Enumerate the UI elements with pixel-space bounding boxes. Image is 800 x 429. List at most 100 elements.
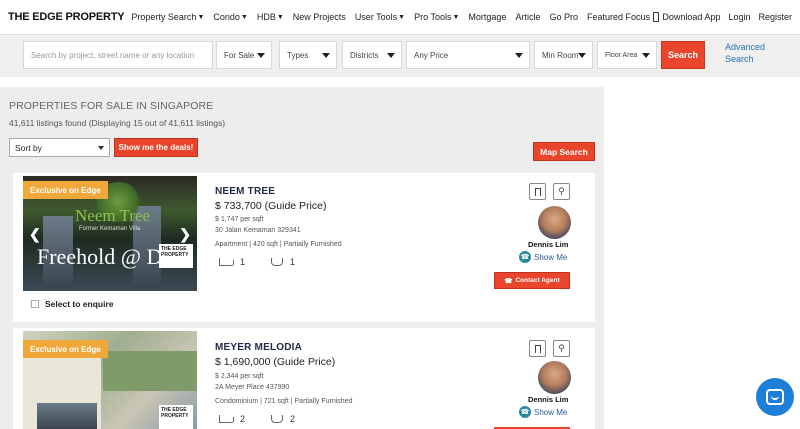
contact-agent-button[interactable]: ☎ Contact Agent [494, 272, 570, 289]
nav-pro-tools[interactable]: Pro Tools ▼ [414, 12, 459, 22]
chevron-down-icon: ▼ [240, 13, 248, 21]
listing-details: Condominium | 721 sqft | Partially Furni… [215, 398, 353, 405]
listing-address: 2A Meyer Place 437990 [215, 384, 290, 391]
chevron-down-icon [515, 53, 523, 58]
bed-count: 2 [240, 414, 246, 424]
photo-building [37, 403, 97, 429]
photo-greenery [103, 351, 197, 391]
nav-label: Pro Tools [414, 12, 452, 22]
bookmark-icon [534, 187, 541, 196]
advanced-search-link[interactable]: Advanced Search [725, 41, 765, 65]
sort-label: Sort by [15, 142, 42, 153]
min-room-select[interactable]: Min Room [534, 41, 593, 69]
listing-amenities: 1 1 [219, 257, 295, 267]
nav-property-search[interactable]: Property Search ▼ [131, 12, 204, 22]
chat-launcher[interactable] [756, 378, 794, 416]
nav-label: Article [515, 12, 541, 22]
agent-name[interactable]: Dennis Lim [528, 240, 568, 249]
download-app-label: Download App [662, 12, 721, 22]
listing-count: 41,611 listings found (Displaying 15 out… [9, 118, 226, 128]
chevron-right-icon[interactable]: ❯ [179, 226, 191, 243]
listing-card[interactable]: cation THE EDGE PROPERTY Exclusive on Ed… [13, 328, 595, 429]
select-value: Floor Area [605, 51, 638, 59]
register-link[interactable]: Register [758, 12, 792, 22]
show-deals-button[interactable]: Show me the deals! [114, 138, 198, 157]
bed-icon [219, 258, 234, 266]
tag-icon: ⚲ [558, 186, 565, 196]
nav-links: Property Search ▼ Condo ▼ HDB ▼ New Project… [131, 12, 659, 22]
show-me-link[interactable]: ☎ Show Me [519, 251, 567, 263]
bookmark-button[interactable] [529, 183, 546, 200]
select-value: Min Room [542, 50, 579, 60]
nav-new-projects[interactable]: New Projects [293, 12, 346, 22]
map-search-button[interactable]: Map Search [533, 142, 595, 161]
select-value: Any Price [414, 50, 449, 60]
login-link[interactable]: Login [728, 12, 750, 22]
nav-label: Mortgage [468, 12, 507, 22]
listing-title[interactable]: NEEM TREE [215, 186, 275, 197]
listing-photo[interactable]: Neem Tree Former Kemaman Villa Freehold … [23, 176, 197, 291]
nav-hdb[interactable]: HDB ▼ [257, 12, 284, 22]
floor-area-select[interactable]: Floor Area [597, 41, 657, 69]
nav-mortgage[interactable]: Mortgage [468, 12, 506, 22]
nav-featured-focus[interactable]: Featured Focus [587, 12, 650, 22]
show-me-label: Show Me [534, 252, 568, 262]
agent-name[interactable]: Dennis Lim [528, 395, 568, 404]
listing-address: 30 Jalan Kemaman 329341 [215, 227, 301, 234]
search-button[interactable]: Search [661, 41, 705, 69]
chevron-down-icon [257, 53, 265, 58]
phone-icon [653, 12, 660, 22]
enquire-checkbox[interactable] [31, 300, 39, 308]
contact-label: Contact Agent [515, 277, 560, 284]
listing-amenities: 2 2 [219, 414, 295, 424]
select-value: Districts [350, 50, 379, 60]
download-app-link[interactable]: Download App [653, 12, 720, 22]
listing-price: $ 733,700 (Guide Price) [215, 200, 327, 212]
listing-title[interactable]: MEYER MELODIA [215, 342, 302, 353]
bath-count: 1 [290, 257, 296, 267]
top-nav: THE EDGE PROPERTY Property Search ▼ Condo… [0, 0, 800, 34]
avatar[interactable] [538, 206, 571, 239]
listing-details: Apartment | 420 sqft | Partially Furnish… [215, 241, 342, 248]
nav-condo[interactable]: Condo ▼ [213, 12, 247, 22]
bath-icon [271, 415, 284, 423]
site-logo[interactable]: THE EDGE PROPERTY [8, 11, 125, 23]
nav-article[interactable]: Article [515, 12, 540, 22]
photo-logo: THE EDGE PROPERTY [159, 405, 193, 429]
listing-psf: $ 1,747 per sqft [215, 216, 264, 223]
chat-icon [766, 389, 784, 405]
show-me-link[interactable]: ☎ Show Me [519, 406, 567, 418]
page-title: PROPERTIES FOR SALE IN SINGAPORE [9, 100, 214, 112]
select-enquire[interactable]: Select to enquire [31, 299, 114, 309]
nav-label: Go Pro [549, 12, 578, 22]
listing-photo[interactable]: cation THE EDGE PROPERTY Exclusive on Ed… [23, 331, 197, 429]
avatar[interactable] [538, 361, 571, 394]
price-select[interactable]: Any Price [406, 41, 530, 69]
sort-select[interactable]: Sort by [9, 138, 110, 157]
chevron-down-icon [387, 53, 395, 58]
districts-select[interactable]: Districts [342, 41, 402, 69]
advanced-line: Search [725, 54, 754, 64]
bed-icon [219, 415, 234, 423]
search-input[interactable]: Search by project, street name or any lo… [23, 41, 213, 69]
nav-label: User Tools [354, 12, 398, 22]
chevron-down-icon [322, 53, 330, 58]
photo-brand: Neem Tree [75, 206, 151, 225]
listing-psf: $ 2,344 per sqft [215, 373, 264, 380]
bookmark-button[interactable] [529, 340, 546, 357]
nav-go-pro[interactable]: Go Pro [549, 12, 578, 22]
chevron-left-icon[interactable]: ❮ [29, 226, 41, 243]
bath-icon [271, 258, 284, 266]
photo-logo: THE EDGE PROPERTY [159, 244, 193, 268]
tag-button[interactable]: ⚲ [553, 340, 570, 357]
listing-card[interactable]: Neem Tree Former Kemaman Villa Freehold … [13, 173, 595, 322]
chevron-down-icon [642, 53, 650, 58]
whatsapp-icon: ☎ [519, 251, 531, 263]
chevron-down-icon [578, 53, 586, 58]
types-select[interactable]: Types [279, 41, 337, 69]
listing-type-select[interactable]: For Sale [216, 41, 272, 69]
listing-price: $ 1,690,000 (Guide Price) [215, 356, 336, 368]
tag-button[interactable]: ⚲ [553, 183, 570, 200]
show-me-label: Show Me [534, 407, 568, 417]
nav-user-tools[interactable]: User Tools ▼ [355, 12, 405, 22]
